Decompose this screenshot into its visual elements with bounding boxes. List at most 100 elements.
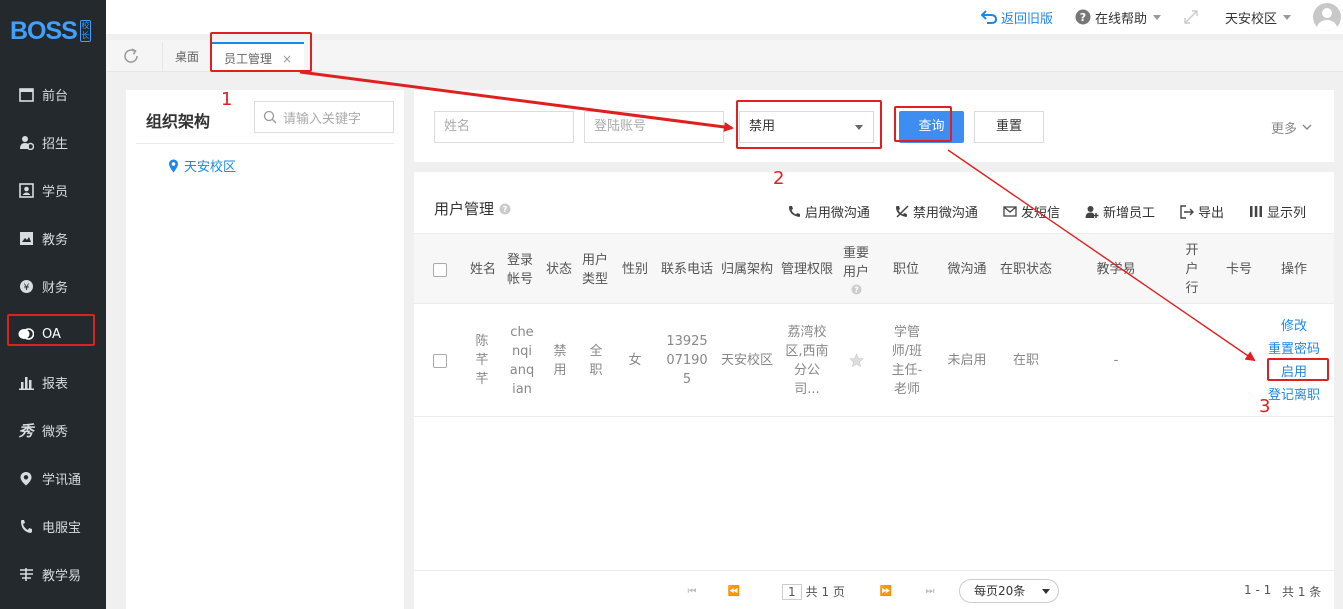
avatar[interactable] bbox=[1313, 3, 1341, 31]
col-bank[interactable]: 开户行 bbox=[1182, 234, 1202, 305]
send-sms-button[interactable]: 发短信 bbox=[1003, 202, 1060, 221]
annotation-box-query bbox=[894, 106, 952, 142]
tab-desktop[interactable]: 桌面 bbox=[162, 42, 213, 72]
sidebar-item-students[interactable]: 学员 bbox=[0, 166, 106, 214]
sidebar-item-enrollment[interactable]: 招生 bbox=[0, 118, 106, 166]
online-help-dropdown[interactable]: ? 在线帮助 bbox=[1075, 8, 1161, 27]
col-perm[interactable]: 管理权限 bbox=[777, 234, 837, 305]
page-input[interactable]: 1 bbox=[782, 584, 802, 600]
next-page-icon[interactable]: ⏩ bbox=[874, 583, 898, 599]
org-title: 组织架构 bbox=[146, 112, 211, 131]
sidebar-item-finance[interactable]: ¥ 财务 bbox=[0, 262, 106, 310]
mail-icon bbox=[1003, 206, 1017, 217]
org-tree-node[interactable]: 天安校区 bbox=[168, 156, 236, 175]
location-pin-icon bbox=[168, 159, 179, 173]
col-teach[interactable]: 教学易 bbox=[1086, 234, 1146, 305]
reset-button[interactable]: 重置 bbox=[974, 111, 1044, 143]
last-page-icon[interactable]: ⏭ bbox=[918, 583, 942, 599]
location-icon bbox=[18, 470, 34, 486]
star-icon[interactable] bbox=[844, 304, 868, 417]
chevron-down-icon bbox=[1042, 589, 1050, 594]
help-icon: ? bbox=[1075, 9, 1091, 25]
fullscreen-button[interactable] bbox=[1183, 9, 1203, 25]
calendar-icon bbox=[18, 86, 34, 102]
export-icon bbox=[1180, 204, 1194, 219]
sidebar-item-dianfubao[interactable]: 电服宝 bbox=[0, 502, 106, 550]
col-ops: 操作 bbox=[1280, 262, 1307, 277]
cell-account: chenqianqian bbox=[509, 324, 535, 397]
phone-icon bbox=[788, 205, 801, 218]
cell-phone: 13925071905 bbox=[666, 334, 708, 387]
col-position[interactable]: 职位 bbox=[884, 234, 928, 305]
refresh-icon[interactable] bbox=[122, 47, 140, 65]
more-filters-toggle[interactable]: 更多 bbox=[1271, 118, 1312, 137]
sidebar-item-label: 财务 bbox=[42, 280, 69, 296]
app-logo[interactable]: BOSS 校长 bbox=[0, 0, 106, 62]
disable-wechat-button[interactable]: 禁用微沟通 bbox=[895, 202, 978, 221]
cell-perm: 荔湾校区,西南分公司... bbox=[785, 324, 829, 397]
add-staff-button[interactable]: 新增员工 bbox=[1085, 202, 1155, 221]
select-all-checkbox[interactable] bbox=[430, 234, 450, 305]
col-gender[interactable]: 性别 bbox=[618, 234, 652, 305]
col-user-type[interactable]: 用户类型 bbox=[580, 234, 610, 305]
sidebar-item-weixiu[interactable]: 秀 微秀 bbox=[0, 406, 106, 454]
cell-user-type: 全职 bbox=[589, 343, 603, 378]
columns-icon bbox=[1249, 205, 1263, 218]
sidebar-item-xuexuntong[interactable]: 学讯通 bbox=[0, 454, 106, 502]
chevron-down-icon bbox=[1283, 14, 1291, 20]
sidebar-item-academic[interactable]: 教务 bbox=[0, 214, 106, 262]
cell-wechat[interactable]: 未启用 bbox=[942, 304, 992, 417]
col-org[interactable]: 归属架构 bbox=[717, 234, 777, 305]
sidebar-item-label: 学讯通 bbox=[42, 472, 82, 488]
annotation-label-2: 2 bbox=[773, 168, 785, 189]
page-size-select[interactable]: 每页20条 bbox=[959, 579, 1059, 603]
table-header: 姓名 登录帐号 状态 用户类型 性别 联系电话 归属架构 管理权限 重要用户 ?… bbox=[414, 233, 1334, 304]
sidebar-item-label: 前台 bbox=[42, 88, 69, 104]
teach-icon bbox=[18, 566, 34, 582]
cell-teach: - bbox=[1113, 353, 1119, 368]
edit-link[interactable]: 修改 bbox=[1281, 315, 1307, 338]
total-text: 共 1 条 bbox=[1282, 585, 1322, 599]
account-input[interactable]: 登陆账号 bbox=[584, 111, 724, 143]
chevron-down-icon bbox=[1302, 124, 1312, 131]
col-name[interactable]: 姓名 bbox=[466, 234, 500, 305]
sidebar-item-label: 报表 bbox=[42, 376, 69, 392]
sidebar-item-oa[interactable]: OA bbox=[0, 310, 106, 358]
export-button[interactable]: 导出 bbox=[1180, 202, 1224, 221]
first-page-icon[interactable]: ⏮ bbox=[680, 583, 704, 599]
col-status[interactable]: 状态 bbox=[542, 234, 576, 305]
yen-icon: ¥ bbox=[18, 278, 34, 294]
col-phone[interactable]: 联系电话 bbox=[657, 234, 717, 305]
panel-title: 用户管理 ? bbox=[434, 198, 511, 219]
row-checkbox[interactable] bbox=[430, 304, 450, 417]
show-columns-button[interactable]: 显示列 bbox=[1249, 202, 1306, 221]
org-search-input[interactable]: 请输入关键字 bbox=[254, 101, 394, 133]
campus-switcher[interactable]: 天安校区 bbox=[1225, 8, 1291, 27]
register-resign-link[interactable]: 登记离职 bbox=[1268, 384, 1320, 407]
enable-wechat-button[interactable]: 启用微沟通 bbox=[788, 202, 870, 221]
top-bar: 返回旧版 ? 在线帮助 天安校区 bbox=[106, 0, 1343, 34]
sidebar-item-reports[interactable]: 报表 bbox=[0, 358, 106, 406]
annotation-box-tab bbox=[210, 32, 312, 72]
bar-chart-icon bbox=[18, 374, 34, 390]
col-wechat[interactable]: 微沟通 bbox=[942, 234, 992, 305]
name-input[interactable]: 姓名 bbox=[434, 111, 574, 143]
annotation-box-enable bbox=[1267, 358, 1329, 381]
annotation-box-oa bbox=[7, 314, 95, 346]
org-panel: 组织架构 请输入关键字 天安校区 bbox=[126, 90, 404, 609]
sidebar-item-label: 招生 bbox=[42, 136, 69, 152]
cell-gender: 女 bbox=[628, 353, 642, 368]
col-card[interactable]: 卡号 bbox=[1222, 234, 1256, 305]
cell-position: 学管师/班主任-老师 bbox=[891, 324, 923, 397]
sidebar-item-label: 教务 bbox=[42, 232, 69, 248]
sidebar-item-jiaoxueyi[interactable]: 教学易 bbox=[0, 550, 106, 598]
panel-toolbar: 启用微沟通 禁用微沟通 发短信 新增员工 导出 显示列 bbox=[763, 202, 1306, 221]
back-old-version-link[interactable]: 返回旧版 bbox=[980, 8, 1053, 27]
prev-page-icon[interactable]: ⏪ bbox=[722, 583, 746, 599]
col-account[interactable]: 登录帐号 bbox=[506, 234, 534, 305]
cell-status: 禁用 bbox=[553, 343, 567, 378]
sidebar-item-front-desk[interactable]: 前台 bbox=[0, 70, 106, 118]
col-job-status[interactable]: 在职状态 bbox=[996, 234, 1056, 305]
col-vip[interactable]: 重要用户 ? bbox=[839, 234, 873, 305]
chevron-down-icon bbox=[1152, 14, 1161, 20]
